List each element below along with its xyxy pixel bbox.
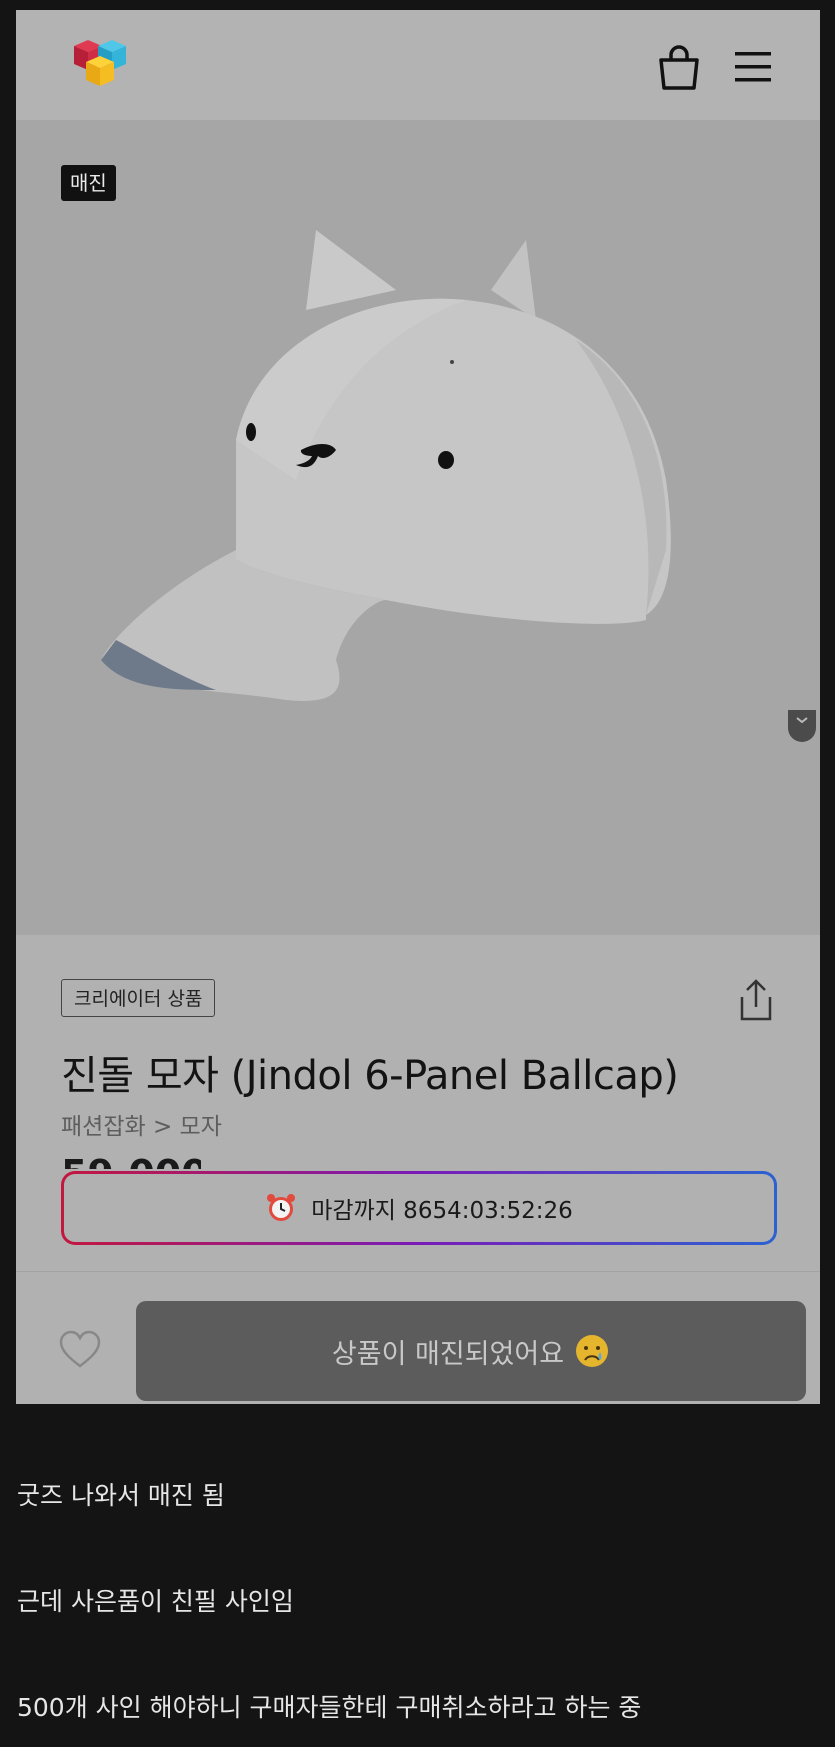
- price-peek: 59,000: [61, 1157, 201, 1169]
- product-info: 크리에이터 상품 진돌 모자 (Jindol 6-Panel Ballcap) …: [16, 935, 820, 1404]
- share-icon[interactable]: [734, 977, 778, 1023]
- heart-icon[interactable]: [58, 1329, 102, 1369]
- logo-icon[interactable]: [60, 40, 132, 92]
- product-image-area[interactable]: 매진: [16, 120, 820, 935]
- app-screen: 매진 크리에이터 상품 진돌 모자 (Jindol 6-Panel Ballca…: [16, 10, 820, 1404]
- crying-face-icon: [576, 1335, 609, 1367]
- cap-product-image: [101, 230, 671, 701]
- divider: [16, 1271, 820, 1272]
- caption-3: 500개 사인 해야하니 구매자들한테 구매취소하라고 하는 중: [17, 1693, 642, 1722]
- soldout-button[interactable]: 상품이 매진되었어요: [136, 1301, 806, 1401]
- product-title: 진돌 모자 (Jindol 6-Panel Ballcap): [61, 1053, 679, 1099]
- alarm-clock-icon: [267, 1194, 296, 1221]
- hamburger-menu-icon[interactable]: [732, 46, 774, 88]
- chevron-down-icon[interactable]: [786, 710, 818, 744]
- caption-2: 근데 사은품이 친필 사인임: [17, 1587, 294, 1616]
- shopping-bag-icon[interactable]: [656, 44, 702, 92]
- soldout-button-label: 상품이 매진되었어요: [331, 1338, 565, 1370]
- soldout-tag: 매진: [61, 165, 116, 201]
- deadline-inner: 마감까지 8654:03:52:26: [64, 1174, 774, 1242]
- caption-1: 굿즈 나와서 매진 됨: [17, 1481, 225, 1510]
- creator-badge: 크리에이터 상품: [61, 979, 216, 1017]
- top-bar: [16, 10, 820, 120]
- deadline-text: 마감까지 8654:03:52:26: [311, 1198, 573, 1224]
- price-text: 59,000: [61, 1157, 201, 1169]
- deadline-timer: 마감까지 8654:03:52:26: [61, 1171, 777, 1245]
- breadcrumb[interactable]: 패션잡화 > 모자: [61, 1107, 222, 1141]
